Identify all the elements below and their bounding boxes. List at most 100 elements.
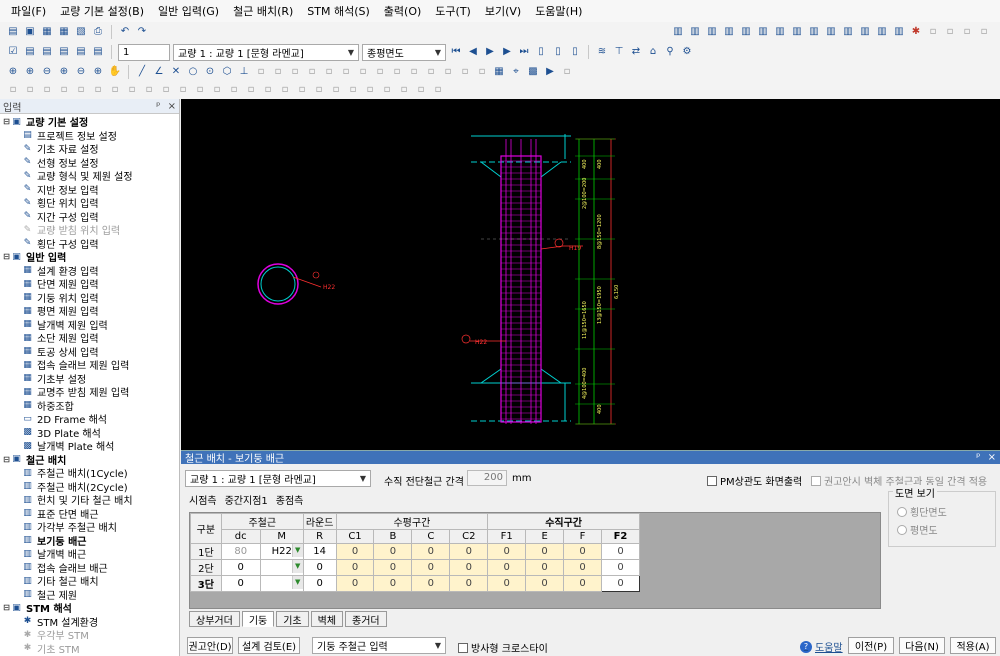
tree-item[interactable]: ▩ 3D Plate 해석 (0, 426, 179, 440)
cell-value[interactable]: 0 (373, 575, 413, 592)
tab-upper-girder[interactable]: 상부거더 (189, 611, 240, 627)
view-h-icon[interactable]: ▥ (790, 25, 804, 39)
tree-item[interactable]: ▥ 가각부 주철근 배치 (0, 520, 179, 535)
view-g-icon[interactable]: ▥ (773, 25, 787, 39)
tree-item[interactable]: ✎ 횡단 구성 입력 (0, 237, 179, 251)
cell-value[interactable]: 0 (411, 543, 451, 560)
bridge-select[interactable]: 교량 1 : 교량 1 [문형 라멘교] ▼ (173, 43, 359, 61)
layout-c-icon[interactable]: ▤ (57, 45, 71, 59)
tree-item[interactable]: ▦ 설계 환경 입력 (0, 264, 179, 278)
cell-value[interactable]: 0 (563, 575, 602, 592)
tree-group[interactable]: ⊟ ▣ 교량 기본 설정 (0, 115, 179, 130)
cell-value[interactable]: 0 (411, 575, 451, 592)
cell-dc[interactable]: 80 (220, 543, 261, 560)
tree-item[interactable]: ▦ 기초부 설정 (0, 372, 179, 386)
zoom-prev-icon[interactable]: ⊖ (74, 65, 88, 79)
tab-foundation[interactable]: 기초 (276, 611, 309, 627)
tab-start-side[interactable]: 시점측 (189, 492, 217, 507)
layers-icon[interactable]: ≋ (595, 45, 609, 59)
layout-d-icon[interactable]: ▤ (74, 45, 88, 59)
tree-item[interactable]: ▭ 2D Frame 해석 (0, 412, 179, 427)
line-icon[interactable]: ╱ (135, 65, 149, 79)
polygon-icon[interactable]: ⬡ (220, 65, 234, 79)
tree-item[interactable]: ▥ 철근 제원 (0, 588, 179, 602)
cell-m-select[interactable]: H22 ▼ (259, 543, 304, 560)
cell-value[interactable]: 0 (487, 559, 527, 576)
view-c-icon[interactable]: ▥ (705, 25, 719, 39)
settings-icon[interactable]: ⚙ (680, 45, 694, 59)
input-mode-select[interactable]: 기둥 주철근 입력 ▼ (312, 637, 446, 654)
radial-crosstie-checkbox[interactable]: 방사형 크로스타이 (458, 640, 548, 655)
zoom-extent-icon[interactable]: ⊕ (57, 65, 71, 79)
dialog-bridge-select[interactable]: 교량 1 : 교량 1 [문형 라멘교] ▼ (185, 470, 371, 487)
spacing-input[interactable]: 200 (467, 470, 507, 486)
check-icon[interactable]: ☑ (6, 45, 20, 59)
target-icon[interactable]: ⊙ (203, 65, 217, 79)
nav-next-icon[interactable]: ▶ (500, 45, 514, 59)
view-f-icon[interactable]: ▥ (756, 25, 770, 39)
view-i-icon[interactable]: ▥ (807, 25, 821, 39)
zoom-all-icon[interactable]: ⊕ (91, 65, 105, 79)
cell-m-select[interactable]: ▼ (259, 575, 304, 592)
grid-toggle-icon[interactable]: ▦ (492, 65, 506, 79)
recommend-button[interactable]: 권고안(D) (187, 637, 233, 654)
menu-general-input[interactable]: 일반 입력(G) (151, 3, 226, 19)
circle-icon[interactable]: ○ (186, 65, 200, 79)
tree-item[interactable]: ▤ 프로젝트 정보 설정 (0, 129, 179, 143)
page-number-field[interactable]: 1 (118, 43, 170, 61)
prev-button[interactable]: 이전(P) (848, 637, 894, 654)
cell-r[interactable]: 0 (302, 559, 337, 576)
view-d-icon[interactable]: ▥ (722, 25, 736, 39)
cell-dc[interactable]: 0 (220, 575, 261, 592)
cell-value[interactable]: 0 (563, 559, 602, 576)
open-folder-icon[interactable]: ▣ (23, 25, 37, 39)
tree-item[interactable]: ▥ 표준 단면 배근 (0, 507, 179, 521)
layout-e-icon[interactable]: ▤ (91, 45, 105, 59)
chevron-down-icon[interactable]: ▼ (291, 576, 303, 589)
tab-wall[interactable]: 벽체 (310, 611, 344, 627)
tree-item[interactable]: ▥ 헌치 및 기타 철근 배치 (0, 493, 179, 508)
collapse-icon[interactable]: ⊟ (2, 252, 11, 261)
palette-icon[interactable]: ▩ (526, 65, 540, 79)
view-n-icon[interactable]: ▥ (892, 25, 906, 39)
export-dxf-icon[interactable]: ▶ (543, 65, 557, 79)
help-link[interactable]: ? 도움말 (800, 639, 843, 654)
view-b-icon[interactable]: ▥ (688, 25, 702, 39)
dimension-icon[interactable]: ⊤ (612, 45, 626, 59)
layout-a-icon[interactable]: ▤ (23, 45, 37, 59)
tree-item[interactable]: ▦ 교명주 받침 제원 입력 (0, 385, 179, 400)
cell-r[interactable]: 0 (302, 575, 337, 592)
menu-output[interactable]: 출력(O) (377, 3, 428, 19)
view-l-icon[interactable]: ▥ (858, 25, 872, 39)
page-b-icon[interactable]: ▯ (551, 45, 565, 59)
tab-long-girder[interactable]: 종거더 (345, 611, 387, 627)
chevron-down-icon[interactable]: ▼ (291, 560, 303, 573)
cell-value[interactable]: 0 (449, 559, 489, 576)
collapse-icon[interactable]: ⊟ (2, 117, 11, 126)
radio-cross-section[interactable]: 횡단면도 (897, 504, 947, 519)
apply-button[interactable]: 적용(A) (950, 637, 996, 654)
cell-value[interactable]: 0 (335, 559, 375, 576)
drawing-canvas[interactable]: H22 H19 H22 400 400 2@100=200 8@150=1200… (181, 99, 1000, 450)
view-m-icon[interactable]: ▥ (875, 25, 889, 39)
tree-item[interactable]: ▥ 날개벽 배근 (0, 547, 179, 562)
nav-first-icon[interactable]: ⏮ (449, 45, 463, 59)
nav-prev-icon[interactable]: ◀ (466, 45, 480, 59)
cell-value[interactable]: 0 (487, 543, 527, 560)
zoom-window-icon[interactable]: ⊕ (6, 65, 20, 79)
radio-plan-view[interactable]: 평면도 (897, 522, 938, 537)
tree-group[interactable]: ⊟ ▣ STM 해석 (0, 601, 179, 616)
tree-item[interactable]: ▥ 보기둥 배근 (0, 534, 179, 548)
cell-value[interactable]: 0 (601, 543, 640, 560)
menu-rebar[interactable]: 철근 배치(R) (226, 3, 300, 19)
undo-icon[interactable]: ↶ (118, 25, 132, 39)
cross-icon[interactable]: ✕ (169, 65, 183, 79)
cell-value[interactable]: 0 (525, 575, 565, 592)
view-j-icon[interactable]: ▥ (824, 25, 838, 39)
view-select[interactable]: 종평면도 ▼ (362, 43, 446, 61)
print-icon[interactable]: ⎙ (91, 25, 105, 39)
save-all-icon[interactable]: ▦ (57, 25, 71, 39)
cell-value[interactable]: 0 (563, 543, 602, 560)
tree-item[interactable]: ✎ 지간 구성 입력 (0, 210, 179, 224)
cell-value[interactable]: 0 (449, 575, 489, 592)
